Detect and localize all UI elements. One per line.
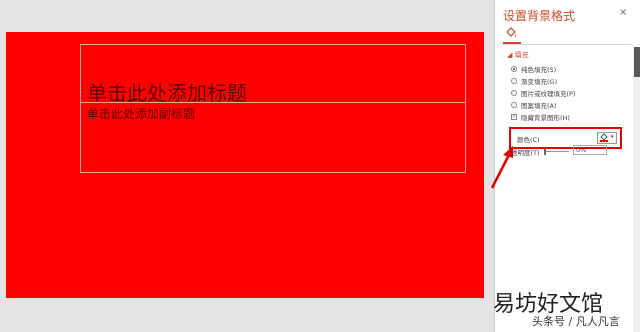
close-icon[interactable]: × [619, 7, 627, 18]
chevron-down-icon: ▾ [611, 134, 614, 140]
subtitle-placeholder[interactable]: 单击此处添加副标题 [80, 103, 466, 173]
scrollbar-track[interactable] [633, 47, 640, 332]
transparency-label: 透明度(T) [511, 149, 540, 157]
hide-background-graphics-checkbox[interactable]: ✓ 隐藏背景图形(H) [511, 112, 570, 122]
panel-title: 设置背景格式 [503, 9, 576, 23]
radio-icon [511, 102, 517, 108]
title-placeholder[interactable]: 单击此处添加标题 [80, 44, 466, 105]
slide[interactable]: 单击此处添加标题 单击此处添加副标题 [6, 32, 484, 298]
radio-icon [511, 78, 517, 84]
checkbox-icon: ✓ [511, 114, 517, 120]
option-label: 纯色填充(S) [521, 66, 557, 74]
title-placeholder-text: 单击此处添加标题 [87, 81, 247, 105]
section-divider [503, 44, 631, 45]
radio-icon [511, 90, 517, 96]
option-label: 图片或纹理填充(P) [521, 90, 576, 98]
checkbox-label: 隐藏背景图形(H) [521, 114, 570, 122]
format-background-panel: 设置背景格式 × ◢ 填充 纯色填充(S) 渐变填充(G) 图片或纹理填充(P)… [494, 0, 640, 332]
option-label: 图案填充(A) [521, 102, 557, 110]
watermark-subtext: 头条号 / 凡人凡言 [532, 315, 620, 328]
transparency-slider[interactable] [545, 151, 569, 152]
solid-fill-option[interactable]: 纯色填充(S) [511, 64, 556, 74]
color-label: 颜色(C) [517, 136, 540, 144]
radio-icon [511, 66, 517, 72]
option-label: 渐变填充(G) [521, 78, 558, 86]
picture-fill-option[interactable]: 图片或纹理填充(P) [511, 88, 576, 98]
transparency-slider-thumb[interactable] [544, 148, 546, 155]
color-picker-button[interactable]: ▾ [597, 132, 617, 144]
paint-bucket-icon[interactable] [504, 26, 518, 40]
slide-canvas-area: 单击此处添加标题 单击此处添加副标题 [0, 0, 494, 332]
gradient-fill-option[interactable]: 渐变填充(G) [511, 76, 557, 86]
fill-section-header[interactable]: ◢ 填充 [507, 50, 529, 60]
pattern-fill-option[interactable]: 图案填充(A) [511, 100, 557, 110]
color-swatch [600, 140, 608, 142]
scrollbar-thumb[interactable] [634, 47, 640, 77]
transparency-input[interactable]: 0% [573, 145, 607, 155]
subtitle-placeholder-text: 单击此处添加副标题 [87, 107, 196, 121]
